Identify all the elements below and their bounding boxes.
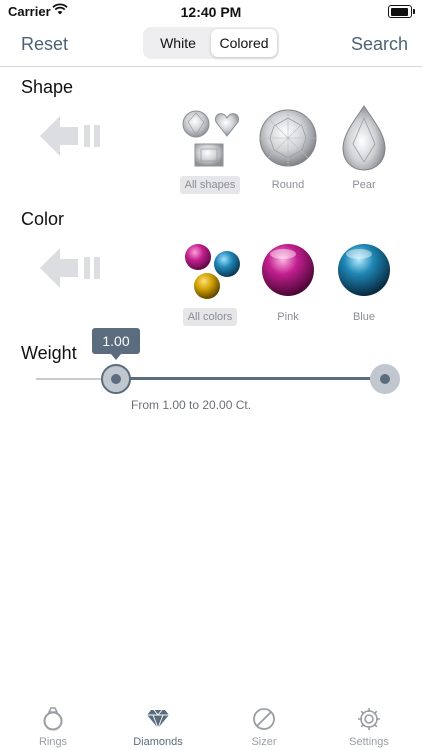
tab-rings[interactable]: Rings — [13, 706, 93, 748]
color-option-label: Pink — [277, 311, 299, 323]
ring-icon — [13, 706, 93, 732]
pear-diamond-icon — [325, 104, 403, 174]
color-option-blue[interactable]: Blue — [325, 236, 403, 326]
color-option-label: All colors — [182, 308, 238, 326]
tab-label: Rings — [38, 736, 68, 748]
shape-option-pear[interactable]: Pear — [325, 104, 403, 194]
shape-option-label: Pear — [352, 179, 376, 191]
color-title: Color — [21, 209, 65, 229]
sizer-icon — [224, 706, 304, 732]
weight-range-label: From 1.00 to 20.00 Ct. — [131, 398, 252, 412]
shape-option-label: All shapes — [179, 176, 241, 194]
segment-white[interactable]: White — [145, 29, 211, 57]
all-shapes-icon — [171, 104, 249, 174]
shape-option-all-shapes[interactable]: All shapes — [171, 104, 249, 194]
tab-label: Sizer — [251, 736, 277, 748]
round-diamond-icon — [249, 104, 327, 174]
search-button[interactable]: Search — [351, 34, 408, 55]
shape-option-round[interactable]: Round — [249, 104, 327, 194]
shape-title: Shape — [21, 77, 74, 97]
color-option-pink[interactable]: Pink — [249, 236, 327, 326]
status-time: 12:40 PM — [180, 4, 242, 20]
white-colored-segmented-control: White Colored — [143, 27, 279, 59]
swipe-left-hint-icon — [38, 244, 108, 294]
blue-gem-icon — [325, 236, 403, 306]
diamond-icon — [118, 706, 198, 732]
status-bar: Carrier 12:40 PM — [0, 0, 422, 24]
swipe-left-hint-icon — [38, 112, 108, 162]
weight-max-thumb[interactable] — [370, 364, 400, 394]
pink-gem-icon — [249, 236, 327, 306]
color-option-label: Blue — [352, 311, 376, 323]
tab-diamonds[interactable]: Diamonds — [118, 706, 198, 748]
weight-min-thumb[interactable] — [101, 364, 131, 394]
weight-value-tooltip: 1.00 — [92, 328, 140, 360]
gear-icon — [329, 706, 409, 732]
segment-colored[interactable]: Colored — [211, 29, 277, 57]
all-colors-icon — [171, 236, 249, 306]
tab-label: Diamonds — [133, 736, 183, 748]
tab-sizer[interactable]: Sizer — [224, 706, 304, 748]
tab-settings[interactable]: Settings — [329, 706, 409, 748]
tab-bar: Rings Diamonds Sizer Settings — [0, 700, 422, 750]
color-option-all-colors[interactable]: All colors — [171, 236, 249, 326]
tab-label: Settings — [349, 736, 389, 748]
weight-slider-selected-range — [116, 377, 386, 380]
shape-option-label: Round — [271, 179, 305, 191]
battery-icon — [388, 5, 415, 18]
weight-title: Weight — [21, 343, 77, 363]
reset-button[interactable]: Reset — [21, 34, 68, 55]
nav-bar: Reset White Colored Search — [0, 24, 422, 67]
